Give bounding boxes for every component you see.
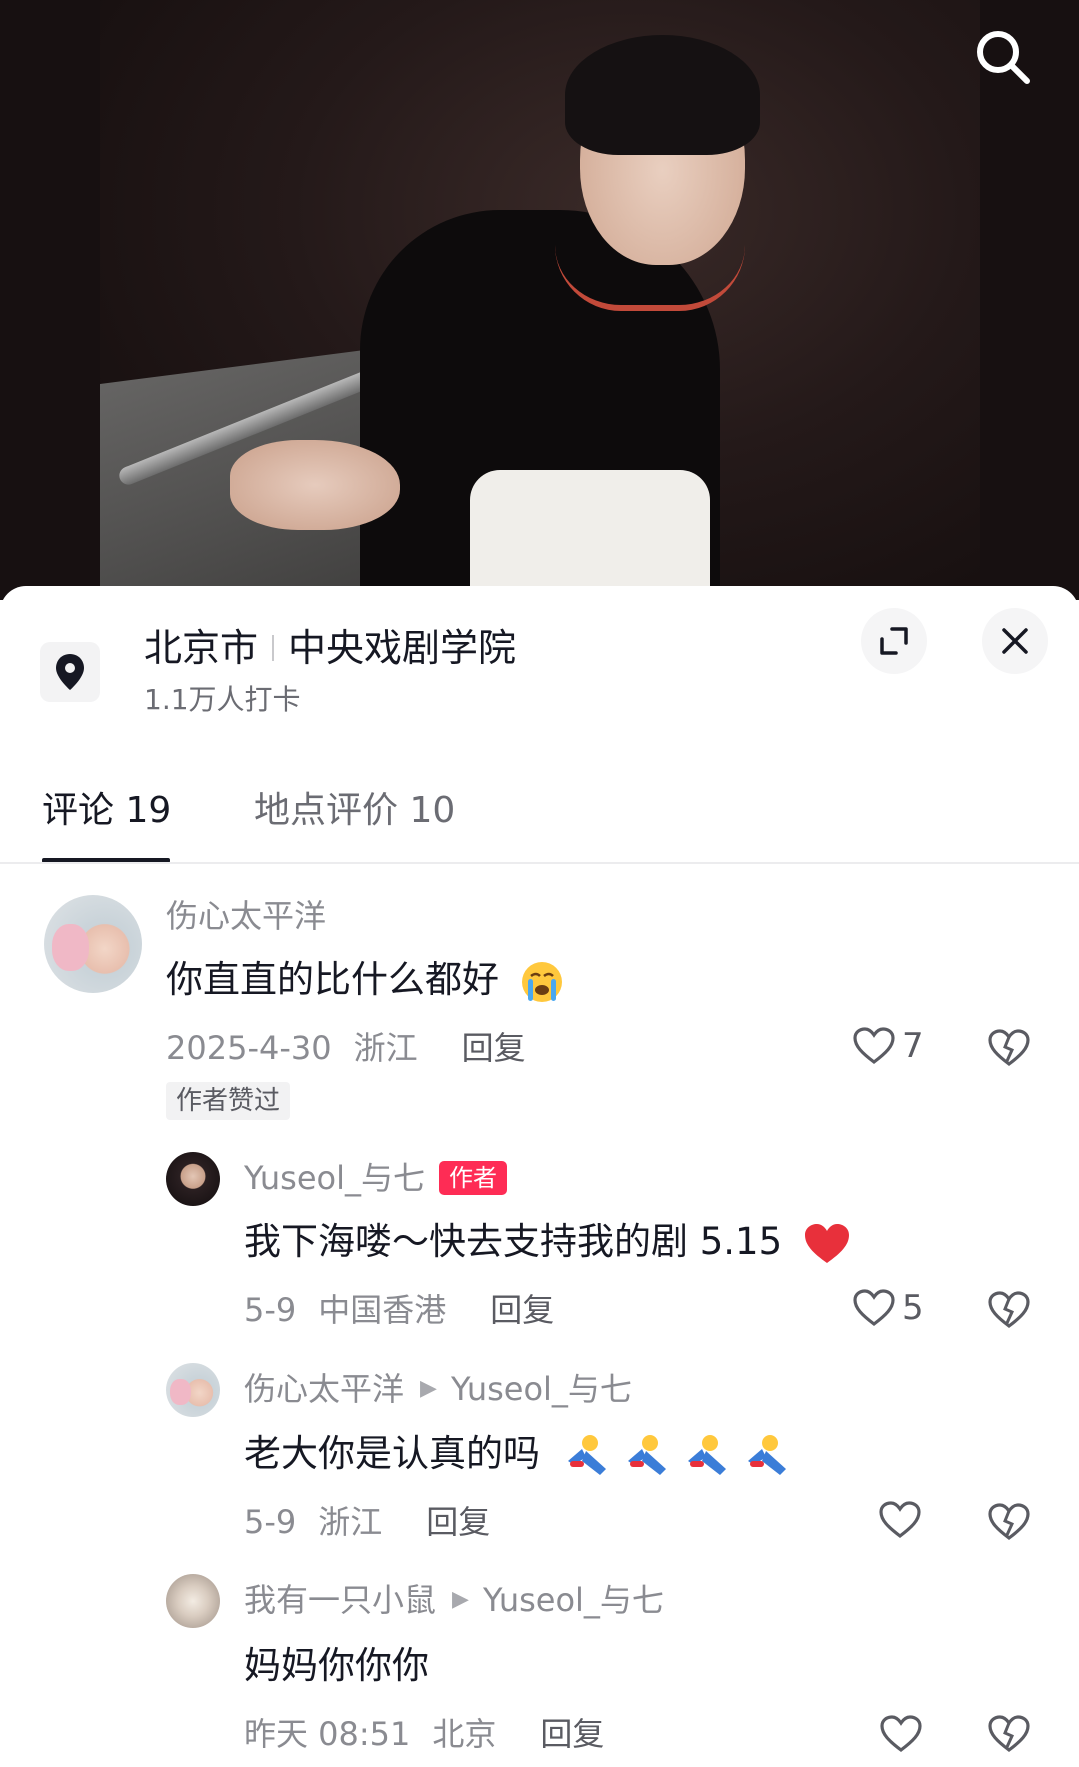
avatar-toy <box>170 1379 191 1406</box>
reply-button[interactable]: 回复 <box>490 1291 554 1329</box>
dislike-button[interactable] <box>986 1288 1032 1332</box>
broken-heart-icon <box>988 1503 1030 1541</box>
heart-outline-icon <box>853 1289 895 1327</box>
reply-username: Yuseol_与七 作者 <box>244 1158 507 1198</box>
reply-meta: 5-9 浙江 回复 <box>244 1500 512 1544</box>
reply-to-user[interactable]: Yuseol_与七 <box>451 1369 632 1409</box>
location-city: 北京市 <box>144 626 259 670</box>
reply-to-arrow-icon: ▶ <box>452 1587 469 1612</box>
avatar-toy <box>51 924 90 972</box>
heart-outline-icon <box>853 1027 895 1065</box>
photo-person-hands <box>230 440 400 530</box>
dislike-button[interactable] <box>986 1026 1032 1070</box>
reply-body: 我下海喽～快去支持我的剧 5.15 <box>244 1220 783 1263</box>
reply-date: 5-9 <box>244 1291 297 1329</box>
expand-button[interactable] <box>861 608 927 674</box>
reply-region: 北京 <box>432 1715 497 1753</box>
reply-to-arrow-icon: ▶ <box>420 1376 437 1401</box>
broken-heart-icon <box>988 1715 1030 1753</box>
tabs-divider <box>0 862 1079 864</box>
reply-button[interactable]: 回复 <box>540 1715 604 1753</box>
author-liked-badge: 作者赞过 <box>166 1082 291 1120</box>
checkin-count: 1.1万人打卡 <box>144 683 301 716</box>
location-title[interactable]: 北京市 中央戏剧学院 <box>144 620 516 676</box>
dislike-button[interactable] <box>986 1712 1032 1756</box>
comment-region: 浙江 <box>353 1029 418 1067</box>
photo-person-shirt <box>470 470 710 600</box>
like-button[interactable]: 7 <box>852 1026 924 1066</box>
reply-to-user[interactable]: Yuseol_与七 <box>483 1580 664 1620</box>
avatar[interactable] <box>166 1363 220 1417</box>
reply-username: 伤心太平洋 ▶ Yuseol_与七 <box>244 1369 632 1409</box>
broken-heart-icon <box>988 1291 1030 1329</box>
reply-button[interactable]: 回复 <box>462 1029 526 1067</box>
reply-region: 中国香港 <box>318 1291 447 1329</box>
reply-date: 昨天 08:51 <box>244 1715 411 1753</box>
like-button[interactable] <box>878 1712 924 1756</box>
comment-text: 你直直的比什么都好 <box>166 956 565 1005</box>
reply-text: 老大你是认真的吗 <box>244 1430 796 1481</box>
like-count: 7 <box>902 1026 924 1066</box>
broken-heart-icon <box>988 1029 1030 1067</box>
comment-body: 你直直的比什么都好 <box>166 958 499 1001</box>
heart-outline-icon <box>879 1501 921 1539</box>
reply-user[interactable]: Yuseol_与七 <box>244 1158 425 1198</box>
reply-region: 浙江 <box>318 1503 383 1541</box>
reply-meta: 5-9 中国香港 回复 <box>244 1288 576 1332</box>
like-button[interactable]: 5 <box>852 1288 924 1328</box>
crying-face-emoji-icon <box>521 961 562 1002</box>
reply-button[interactable]: 回复 <box>426 1503 490 1541</box>
reply-date: 5-9 <box>244 1503 297 1541</box>
video-cover-photo[interactable] <box>0 0 1079 600</box>
location-pin-icon <box>56 654 84 690</box>
avatar[interactable] <box>166 1152 220 1206</box>
tab-place-reviews[interactable]: 地点评价 10 <box>254 786 455 836</box>
comment-date: 2025-4-30 <box>166 1029 332 1067</box>
expand-icon <box>880 627 908 655</box>
dislike-button[interactable] <box>986 1500 1032 1544</box>
tab-comments[interactable]: 评论 19 <box>42 786 171 836</box>
location-place: 中央戏剧学院 <box>288 626 517 670</box>
reply-text: 妈妈你你你 <box>244 1644 429 1687</box>
reply-username: 我有一只小鼠 ▶ Yuseol_与七 <box>244 1580 664 1620</box>
search-button[interactable] <box>968 22 1038 92</box>
like-button[interactable] <box>878 1500 922 1540</box>
reply-user[interactable]: 我有一只小鼠 <box>244 1580 436 1620</box>
avatar[interactable] <box>166 1574 220 1628</box>
heart-outline-icon <box>880 1715 922 1753</box>
location-pin-badge <box>40 642 100 702</box>
photo-person-hair <box>565 35 760 155</box>
reply-user[interactable]: 伤心太平洋 <box>244 1369 404 1409</box>
search-icon <box>977 31 1030 84</box>
kneeling-figure-emoji-icon <box>567 1434 786 1475</box>
comment-meta: 2025-4-30 浙江 回复 <box>166 1026 548 1070</box>
comment-username[interactable]: 伤心太平洋 <box>166 896 326 936</box>
avatar[interactable] <box>44 895 142 993</box>
red-heart-emoji-icon <box>804 1223 849 1263</box>
tab-bar: 评论 19 地点评价 10 <box>0 770 1079 866</box>
reply-meta: 昨天 08:51 北京 回复 <box>244 1712 626 1756</box>
close-icon <box>1002 628 1028 654</box>
like-count: 5 <box>902 1288 924 1328</box>
author-badge: 作者 <box>439 1161 507 1195</box>
title-separator <box>272 635 275 661</box>
reply-body: 老大你是认真的吗 <box>244 1432 540 1475</box>
reply-text: 我下海喽～快去支持我的剧 5.15 <box>244 1218 852 1266</box>
close-button[interactable] <box>982 608 1048 674</box>
